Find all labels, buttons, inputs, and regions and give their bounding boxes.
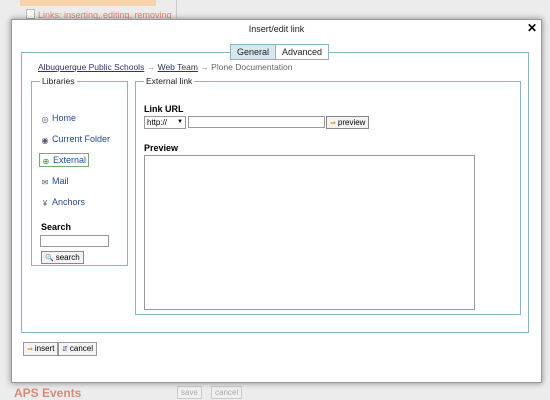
document-icon (26, 9, 35, 19)
breadcrumb-item-current: Plone Documentation (211, 62, 293, 72)
mail-icon: ✉ (41, 178, 49, 187)
insert-link-dialog: Insert/edit link ✕ General Advanced Albu… (11, 19, 542, 383)
search-input[interactable] (40, 235, 109, 247)
link-url-label: Link URL (144, 104, 184, 114)
close-icon[interactable]: ✕ (527, 22, 537, 34)
library-item-label: Mail (52, 176, 69, 186)
breadcrumb-item-web-team[interactable]: Web Team (158, 62, 198, 72)
tab-advanced[interactable]: Advanced (276, 44, 330, 60)
url-input[interactable] (188, 116, 325, 128)
magnifier-icon: 🔍 (45, 255, 54, 262)
library-item-label: Home (52, 113, 77, 123)
library-item-label: Current Folder (52, 134, 111, 144)
breadcrumb-item-schools[interactable]: Albuquerque Public Schools (38, 62, 144, 72)
search-button[interactable]: 🔍 search (41, 251, 84, 264)
protocol-select[interactable]: http:// ▼ (144, 116, 186, 129)
libraries-legend: Libraries (42, 76, 75, 86)
preview-button-label: preview (337, 118, 366, 127)
arrow-right-icon: ⇒ (330, 120, 336, 127)
chevron-down-icon: ▼ (177, 119, 183, 125)
tab-general[interactable]: General (230, 44, 277, 60)
library-item-label: Anchors (52, 197, 86, 207)
library-item-current-folder[interactable]: ◉ Current Folder (41, 133, 111, 145)
libraries-panel: Libraries ◎ Home ◉ Current Folder ⊕ Externa… (31, 76, 128, 266)
tab-bar: General Advanced (230, 44, 330, 60)
anchor-icon: ¥ (42, 199, 48, 208)
library-item-anchors[interactable]: ¥ Anchors (41, 196, 85, 208)
external-link-panel: External link Link URL http:// ▼ ⇒ previe… (135, 76, 521, 315)
insert-button[interactable]: ⇒ insert (23, 342, 59, 356)
globe-icon: ⊕ (42, 157, 50, 166)
background-highlight-bar (20, 0, 156, 6)
insert-button-label: insert (34, 344, 55, 353)
preview-area (144, 155, 475, 310)
folder-icon: ◉ (41, 136, 49, 145)
breadcrumb-separator: → (200, 62, 209, 72)
background-footer-title: APS Events (14, 386, 82, 400)
protocol-value: http:// (147, 118, 168, 127)
preview-label: Preview (144, 143, 179, 153)
cancel-button[interactable]: ⇵ cancel (58, 342, 97, 356)
breadcrumb-separator: → (146, 62, 156, 72)
cancel-icon: ⇵ (62, 346, 68, 353)
library-item-home[interactable]: ◎ Home (41, 112, 77, 124)
cancel-button-label: cancel (69, 344, 93, 353)
dialog-title: Insert/edit link (248, 24, 305, 34)
background-cancel-button: cancel (211, 386, 243, 399)
library-item-label: External (53, 155, 87, 165)
search-label: Search (41, 222, 72, 232)
breadcrumb: Albuquerque Public Schools → Web Team → … (38, 62, 292, 72)
arrow-right-icon: ⇒ (27, 346, 33, 353)
search-button-label: search (55, 253, 80, 262)
library-item-external[interactable]: ⊕ External (39, 153, 90, 167)
preview-button[interactable]: ⇒ preview (326, 116, 370, 129)
background-save-button: save (177, 386, 202, 399)
home-icon: ◎ (41, 115, 49, 124)
library-item-mail[interactable]: ✉ Mail (41, 175, 69, 187)
external-link-legend: External link (146, 76, 193, 86)
